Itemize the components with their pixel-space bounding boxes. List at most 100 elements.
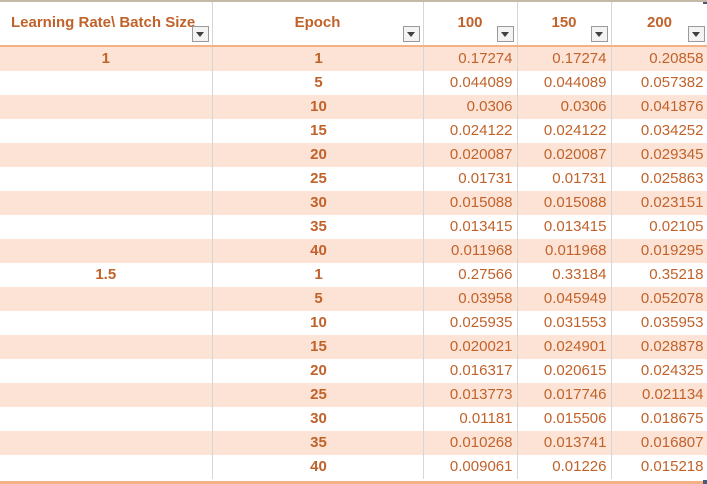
filter-dropdown-icon[interactable] (191, 26, 209, 42)
cell-learning-rate[interactable] (0, 335, 213, 359)
cell-batch-200[interactable]: 0.021134 (611, 383, 707, 407)
cell-epoch[interactable]: 30 (212, 191, 424, 215)
cell-learning-rate[interactable] (0, 311, 213, 335)
cell-epoch[interactable]: 35 (212, 215, 424, 239)
cell-batch-150[interactable]: 0.045949 (517, 287, 612, 311)
cell-batch-150[interactable]: 0.33184 (517, 263, 612, 287)
cell-learning-rate[interactable] (0, 191, 213, 215)
cell-batch-100[interactable]: 0.0306 (423, 95, 518, 119)
cell-batch-150[interactable]: 0.044089 (517, 71, 612, 95)
cell-epoch[interactable]: 5 (212, 71, 424, 95)
cell-batch-100[interactable]: 0.025935 (423, 311, 518, 335)
cell-batch-150[interactable]: 0.013741 (517, 431, 612, 455)
cell-learning-rate[interactable]: 1.5 (0, 263, 213, 287)
cell-epoch[interactable]: 1 (212, 263, 424, 287)
cell-batch-200[interactable]: 0.019295 (611, 239, 707, 263)
cell-batch-100[interactable]: 0.020087 (423, 143, 518, 167)
filter-dropdown-icon[interactable] (687, 26, 705, 42)
cell-batch-150[interactable]: 0.024122 (517, 119, 612, 143)
cell-batch-150[interactable]: 0.031553 (517, 311, 612, 335)
cell-batch-150[interactable]: 0.020087 (517, 143, 612, 167)
cell-epoch[interactable]: 15 (212, 119, 424, 143)
cell-batch-200[interactable]: 0.016807 (611, 431, 707, 455)
cell-learning-rate[interactable] (0, 71, 213, 95)
cell-batch-100[interactable]: 0.016317 (423, 359, 518, 383)
header-batch-100[interactable]: 100 (423, 2, 518, 47)
cell-epoch[interactable]: 15 (212, 335, 424, 359)
cell-batch-200[interactable]: 0.015218 (611, 455, 707, 479)
cell-batch-200[interactable]: 0.023151 (611, 191, 707, 215)
cell-learning-rate[interactable] (0, 431, 213, 455)
filter-dropdown-icon[interactable] (496, 26, 514, 42)
cell-batch-100[interactable]: 0.024122 (423, 119, 518, 143)
cell-batch-200[interactable]: 0.024325 (611, 359, 707, 383)
cell-learning-rate[interactable] (0, 455, 213, 479)
cell-batch-150[interactable]: 0.020615 (517, 359, 612, 383)
cell-batch-200[interactable]: 0.02105 (611, 215, 707, 239)
cell-batch-200[interactable]: 0.028878 (611, 335, 707, 359)
cell-batch-200[interactable]: 0.041876 (611, 95, 707, 119)
cell-batch-100[interactable]: 0.044089 (423, 71, 518, 95)
cell-batch-100[interactable]: 0.010268 (423, 431, 518, 455)
cell-learning-rate[interactable] (0, 167, 213, 191)
cell-batch-200[interactable]: 0.018675 (611, 407, 707, 431)
cell-epoch[interactable]: 35 (212, 431, 424, 455)
cell-batch-100[interactable]: 0.17274 (423, 46, 518, 71)
cell-batch-100[interactable]: 0.03958 (423, 287, 518, 311)
cell-batch-150[interactable]: 0.024901 (517, 335, 612, 359)
cell-learning-rate[interactable] (0, 95, 213, 119)
cell-batch-100[interactable]: 0.27566 (423, 263, 518, 287)
cell-batch-200[interactable]: 0.20858 (611, 46, 707, 71)
cell-batch-100[interactable]: 0.015088 (423, 191, 518, 215)
cell-epoch[interactable]: 1 (212, 46, 424, 71)
header-epoch[interactable]: Epoch (212, 2, 424, 47)
cell-batch-150[interactable]: 0.01226 (517, 455, 612, 479)
cell-batch-200[interactable]: 0.025863 (611, 167, 707, 191)
cell-batch-100[interactable]: 0.011968 (423, 239, 518, 263)
cell-batch-200[interactable]: 0.35218 (611, 263, 707, 287)
cell-epoch[interactable]: 20 (212, 143, 424, 167)
cell-batch-100[interactable]: 0.013415 (423, 215, 518, 239)
cell-epoch[interactable]: 20 (212, 359, 424, 383)
cell-batch-150[interactable]: 0.011968 (517, 239, 612, 263)
cell-batch-100[interactable]: 0.009061 (423, 455, 518, 479)
cell-epoch[interactable]: 40 (212, 455, 424, 479)
cell-learning-rate[interactable] (0, 239, 213, 263)
cell-learning-rate[interactable] (0, 383, 213, 407)
cell-batch-200[interactable]: 0.034252 (611, 119, 707, 143)
cell-learning-rate[interactable] (0, 407, 213, 431)
cell-epoch[interactable]: 10 (212, 95, 424, 119)
cell-batch-150[interactable]: 0.17274 (517, 46, 612, 71)
cell-epoch[interactable]: 10 (212, 311, 424, 335)
cell-epoch[interactable]: 25 (212, 383, 424, 407)
cell-learning-rate[interactable] (0, 287, 213, 311)
cell-batch-100[interactable]: 0.01731 (423, 167, 518, 191)
cell-batch-150[interactable]: 0.015506 (517, 407, 612, 431)
header-batch-150[interactable]: 150 (517, 2, 612, 47)
cell-learning-rate[interactable] (0, 119, 213, 143)
cell-batch-150[interactable]: 0.0306 (517, 95, 612, 119)
cell-epoch[interactable]: 30 (212, 407, 424, 431)
table-corner-handle[interactable] (703, 2, 707, 4)
cell-batch-200[interactable]: 0.057382 (611, 71, 707, 95)
cell-batch-150[interactable]: 0.017746 (517, 383, 612, 407)
cell-batch-200[interactable]: 0.052078 (611, 287, 707, 311)
table-resize-handle[interactable] (703, 480, 707, 484)
cell-batch-150[interactable]: 0.01731 (517, 167, 612, 191)
cell-batch-200[interactable]: 0.035953 (611, 311, 707, 335)
cell-epoch[interactable]: 5 (212, 287, 424, 311)
cell-batch-100[interactable]: 0.01181 (423, 407, 518, 431)
header-batch-200[interactable]: 200 (611, 2, 707, 47)
cell-learning-rate[interactable] (0, 143, 213, 167)
cell-learning-rate[interactable] (0, 359, 213, 383)
header-learning-rate[interactable]: Learning Rate\ Batch Size (0, 2, 213, 47)
cell-epoch[interactable]: 25 (212, 167, 424, 191)
filter-dropdown-icon[interactable] (402, 26, 420, 42)
cell-batch-150[interactable]: 0.015088 (517, 191, 612, 215)
cell-epoch[interactable]: 40 (212, 239, 424, 263)
cell-learning-rate[interactable]: 1 (0, 46, 213, 71)
cell-batch-200[interactable]: 0.029345 (611, 143, 707, 167)
cell-batch-100[interactable]: 0.020021 (423, 335, 518, 359)
cell-batch-150[interactable]: 0.013415 (517, 215, 612, 239)
cell-batch-100[interactable]: 0.013773 (423, 383, 518, 407)
